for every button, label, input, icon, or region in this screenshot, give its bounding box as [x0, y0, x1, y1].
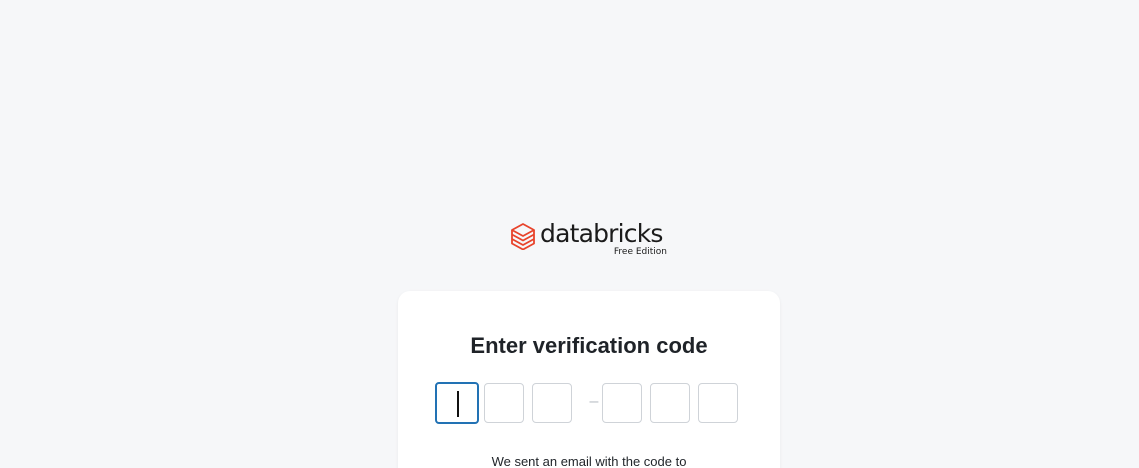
code-digit-6[interactable]: [698, 383, 738, 423]
code-digit-1[interactable]: [435, 382, 479, 424]
verification-card: Enter verification code – We sent an ema…: [398, 291, 780, 468]
email-sent-hint: We sent an email with the code to: [491, 454, 687, 468]
brand-edition: Free Edition: [613, 247, 667, 257]
code-digit-3[interactable]: [532, 383, 572, 423]
code-digit-2[interactable]: [484, 383, 524, 423]
databricks-logo: databricks Free Edition: [510, 219, 670, 260]
login-page: databricks Free Edition Enter verificati…: [0, 0, 1139, 468]
code-digit-5[interactable]: [650, 383, 690, 423]
code-separator: –: [589, 393, 599, 410]
text-caret: [457, 391, 459, 417]
code-digit-4[interactable]: [602, 383, 642, 423]
brand-name: databricks: [540, 219, 663, 248]
page-title: Enter verification code: [470, 333, 708, 358]
databricks-stack-icon: [511, 223, 535, 250]
